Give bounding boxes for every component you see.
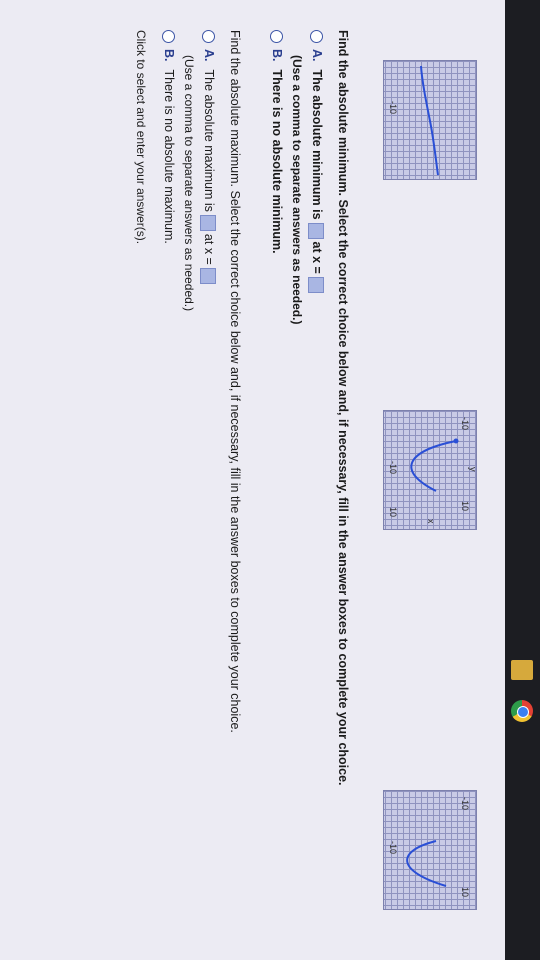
min-x-input[interactable] (308, 276, 324, 293)
graph-curve (420, 65, 439, 176)
tick-label: 10 (460, 887, 470, 898)
option-text: There is no absolute minimum. (270, 69, 284, 254)
footer-instruction: Click to select and enter your answer(s)… (134, 30, 148, 245)
radio-button[interactable] (202, 30, 215, 43)
max-hint: (Use a comma to separate answers as need… (182, 55, 196, 312)
question-page: -10 -10 10 -10 10 x y -10 10 -10 Find th… (0, 0, 505, 960)
option-text: at x = (202, 233, 216, 265)
max-question: Find the absolute maximum. Select the co… (228, 30, 242, 733)
file-explorer-icon[interactable] (511, 660, 533, 680)
tick-label: 10 (460, 501, 470, 512)
axis-label: x (426, 519, 436, 524)
option-text: The absolute minimum is (310, 69, 324, 220)
tick-label: -10 (388, 841, 398, 855)
taskbar (505, 0, 540, 960)
min-hint: (Use a comma to separate answers as need… (290, 55, 304, 325)
option-text: There is no absolute maximum. (162, 69, 176, 244)
tick-label: -10 (460, 417, 470, 431)
max-value-input[interactable] (200, 214, 216, 231)
tick-label: -10 (388, 101, 398, 115)
max-option-b[interactable]: B. There is no absolute maximum. (162, 30, 176, 950)
option-letter: A. (310, 49, 324, 62)
tick-label: 10 (388, 507, 398, 518)
option-letter: B. (162, 49, 176, 62)
max-x-input[interactable] (200, 267, 216, 284)
axis-label: y (468, 467, 478, 472)
max-option-a[interactable]: A. The absolute maximum is at x = (200, 30, 216, 950)
min-question: Find the absolute minimum. Select the co… (336, 30, 350, 786)
option-letter: B. (270, 49, 284, 62)
radio-button[interactable] (310, 30, 323, 43)
min-option-b[interactable]: B. There is no absolute minimum. (270, 30, 284, 950)
option-text: at x = (310, 241, 324, 274)
chrome-icon[interactable] (511, 700, 533, 722)
radio-button[interactable] (270, 30, 283, 43)
question-content: Find the absolute minimum. Select the co… (134, 30, 350, 950)
min-option-a[interactable]: A. The absolute minimum is at x = (308, 30, 324, 950)
graph-strip: -10 -10 10 -10 10 x y -10 10 -10 (355, 0, 505, 960)
radio-button[interactable] (162, 30, 175, 43)
tick-label: -10 (388, 461, 398, 475)
tick-label: -10 (460, 797, 470, 811)
graph-option-1[interactable]: -10 (383, 60, 477, 180)
option-letter: A. (202, 49, 216, 62)
min-value-input[interactable] (308, 222, 324, 239)
graph-option-3[interactable]: -10 10 -10 (383, 790, 477, 910)
graph-option-2[interactable]: -10 10 -10 10 x y (383, 410, 478, 530)
option-text: The absolute maximum is (202, 69, 216, 212)
